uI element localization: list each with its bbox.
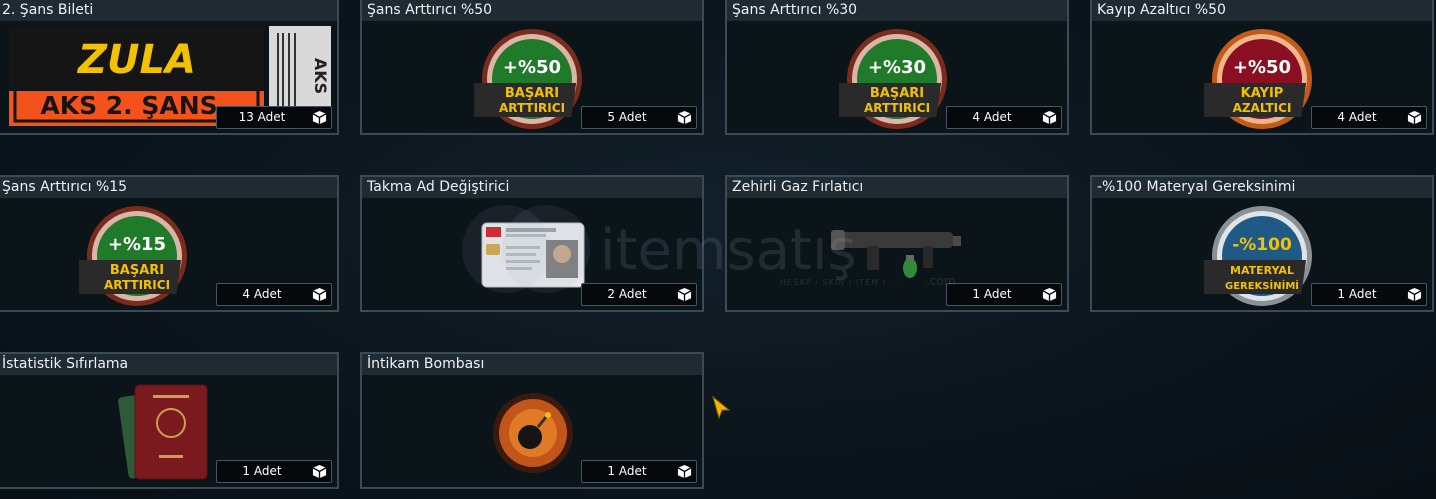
- box-icon: [312, 110, 327, 125]
- box-icon: [1042, 110, 1057, 125]
- svg-text:ARTTIRICI: ARTTIRICI: [104, 278, 170, 292]
- item-title: Zehirli Gaz Fırlatıcı: [727, 177, 1067, 198]
- box-icon: [677, 464, 692, 479]
- svg-text:AKS 2. ŞANS: AKS 2. ŞANS: [40, 91, 217, 120]
- medal-icon: +%15 BAŞARI ARTTIRICI: [79, 204, 195, 310]
- svg-text:+%30: +%30: [868, 57, 926, 78]
- item-title: Şans Arttırıcı %50: [362, 0, 702, 21]
- svg-text:BAŞARI: BAŞARI: [505, 86, 559, 101]
- box-icon: [312, 287, 327, 302]
- medal-icon: +%30 BAŞARI ARTTIRICI: [839, 27, 955, 133]
- item-title: İntikam Bombası: [362, 354, 702, 375]
- svg-text:+%50: +%50: [503, 57, 561, 78]
- item-card-istatistik-sifirlama[interactable]: İstatistik Sıfırlama 1 Adet: [0, 352, 339, 489]
- svg-text:BAŞARI: BAŞARI: [110, 263, 164, 278]
- quantity-badge: 1 Adet: [581, 460, 697, 483]
- box-icon: [1407, 110, 1422, 125]
- medal-icon: +%50 KAYIP AZALTICI: [1204, 27, 1320, 133]
- item-card-kayip-azaltici-50[interactable]: Kayıp Azaltıcı %50 +%50 KAYIP AZALTICI 4…: [1090, 0, 1434, 135]
- item-title: -%100 Materyal Gereksinimi: [1092, 177, 1432, 198]
- quantity-badge: 4 Adet: [216, 283, 332, 306]
- quantity-badge: 4 Adet: [1311, 106, 1427, 129]
- quantity-badge: 2 Adet: [581, 283, 697, 306]
- item-title: 2. Şans Bileti: [0, 0, 337, 21]
- svg-text:-%100: -%100: [1232, 235, 1292, 255]
- item-title: Şans Arttırıcı %30: [727, 0, 1067, 21]
- item-title: Takma Ad Değiştirici: [362, 177, 702, 198]
- quantity-badge: 1 Adet: [1311, 283, 1427, 306]
- item-card-intikam-bombasi[interactable]: İntikam Bombası 1 Adet: [360, 352, 704, 489]
- cursor-icon: [712, 396, 731, 420]
- box-icon: [677, 110, 692, 125]
- box-icon: [1042, 287, 1057, 302]
- svg-text:ARTTIRICI: ARTTIRICI: [499, 101, 565, 115]
- item-title: İstatistik Sıfırlama: [0, 354, 337, 375]
- quantity-badge: 4 Adet: [946, 106, 1062, 129]
- svg-text:+%15: +%15: [108, 234, 166, 255]
- item-card-sans-arttirici-30[interactable]: Şans Arttırıcı %30 +%30 BAŞARI ARTTIRICI…: [725, 0, 1069, 135]
- svg-text:BAŞARI: BAŞARI: [870, 86, 924, 101]
- svg-text:+%50: +%50: [1233, 57, 1291, 78]
- svg-text:GEREKSİNİMİ: GEREKSİNİMİ: [1225, 278, 1299, 292]
- item-title: Kayıp Azaltıcı %50: [1092, 0, 1432, 21]
- box-icon: [677, 287, 692, 302]
- medal-icon: +%50 BAŞARI ARTTIRICI: [474, 27, 590, 133]
- svg-text:ZULA: ZULA: [76, 37, 196, 83]
- item-card-sans-arttirici-50[interactable]: Şans Arttırıcı %50 +%50 BAŞARI ARTTIRICI…: [360, 0, 704, 135]
- box-icon: [312, 464, 327, 479]
- quantity-badge: 5 Adet: [581, 106, 697, 129]
- svg-text:ARTTIRICI: ARTTIRICI: [864, 101, 930, 115]
- box-icon: [1407, 287, 1422, 302]
- quantity-badge: 1 Adet: [946, 283, 1062, 306]
- svg-text:MATERYAL: MATERYAL: [1230, 264, 1294, 277]
- item-card-zehirli-gaz-firlatici[interactable]: Zehirli Gaz Fırlatıcı 1 Adet: [725, 175, 1069, 312]
- item-card-materyal-gereksinimi[interactable]: -%100 Materyal Gereksinimi -%100 MATERYA…: [1090, 175, 1434, 312]
- svg-text:KAYIP: KAYIP: [1241, 86, 1284, 101]
- item-card-takma-ad-degistirici[interactable]: Takma Ad Değiştirici 2 Adet: [360, 175, 704, 312]
- svg-text:AZALTICI: AZALTICI: [1233, 101, 1292, 115]
- item-card-sans-bileti[interactable]: 2. Şans Bileti ZULA AKS 2. ŞANS AKS 13 A…: [0, 0, 339, 135]
- quantity-badge: 13 Adet: [216, 106, 332, 129]
- medal-icon: -%100 MATERYAL GEREKSİNİMİ: [1204, 204, 1320, 310]
- item-card-sans-arttirici-15[interactable]: Şans Arttırıcı %15 +%15 BAŞARI ARTTIRICI…: [0, 175, 339, 312]
- svg-text:AKS: AKS: [311, 58, 330, 94]
- item-title: Şans Arttırıcı %15: [0, 177, 337, 198]
- quantity-badge: 1 Adet: [216, 460, 332, 483]
